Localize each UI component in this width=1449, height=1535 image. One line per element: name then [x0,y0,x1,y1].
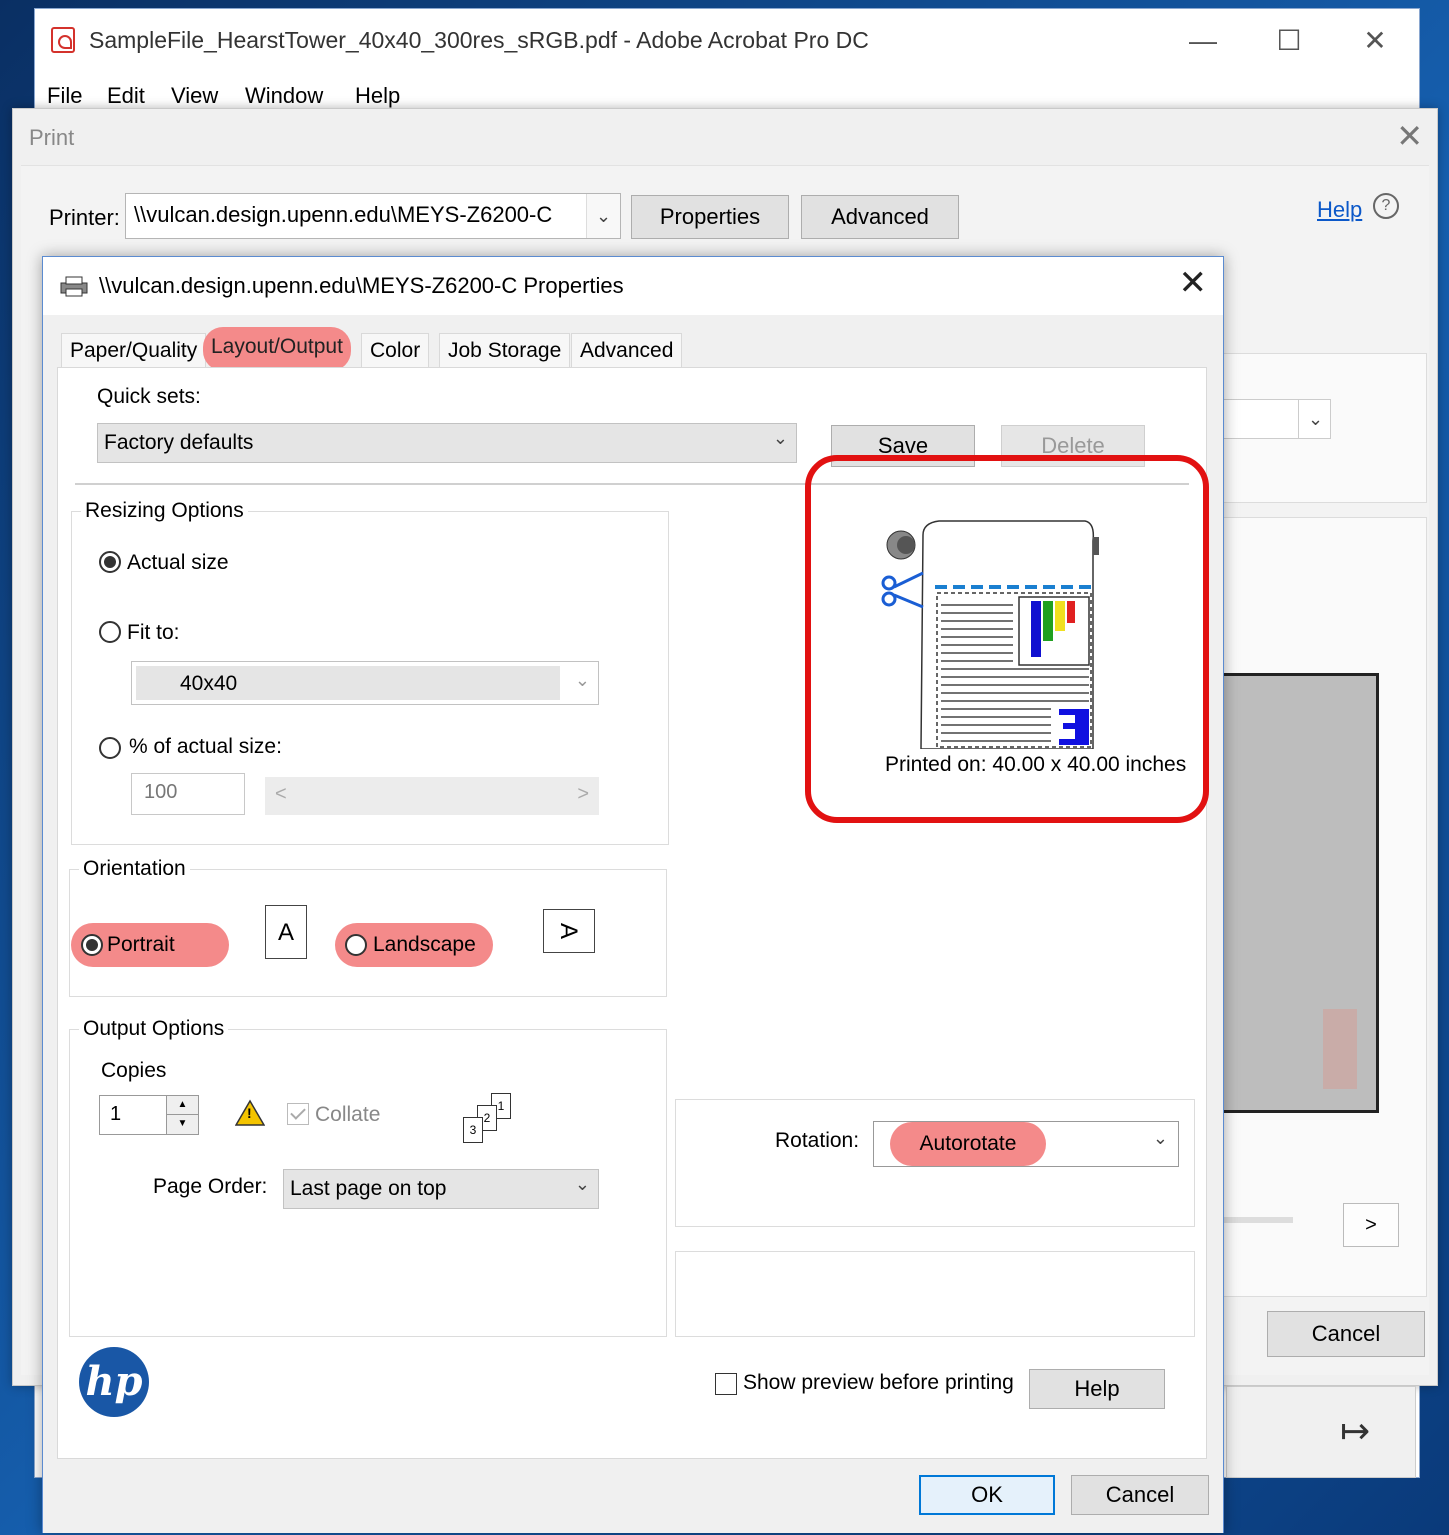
portrait-radio[interactable] [81,934,103,956]
landscape-radio[interactable] [345,934,367,956]
chevron-down-icon: ⌄ [1298,400,1332,438]
spinner-up-icon[interactable]: ▲ [166,1096,198,1115]
scroll-left-icon[interactable]: < [275,783,287,806]
percent-size-radio[interactable] [99,737,121,759]
print-cancel-button[interactable]: Cancel [1267,1311,1425,1357]
page-order-label: Page Order: [153,1175,268,1198]
chevron-down-icon: ⌄ [574,670,590,690]
acrobat-pdf-icon [51,27,75,53]
menu-view[interactable]: View [171,83,218,109]
actual-size-radio[interactable] [99,551,121,573]
warning-icon-glyph: ! [247,1105,252,1121]
actual-size-label: Actual size [127,551,229,574]
quick-sets-value: Factory defaults [104,431,254,454]
percent-size-slider[interactable]: < > [265,777,599,815]
portrait-option[interactable]: Portrait [71,923,229,967]
next-page-button[interactable]: > [1343,1203,1399,1247]
landscape-page-icon: A [543,909,595,953]
percent-size-input[interactable]: 100 [131,773,245,815]
printer-select[interactable]: \\vulcan.design.upenn.edu\MEYS-Z6200-C ⌄ [125,193,621,239]
acrobat-side-panel [1226,1386,1416,1478]
menu-file[interactable]: File [47,83,82,109]
copies-value: 1 [110,1103,122,1125]
tab-job-storage[interactable]: Job Storage [439,333,571,369]
percent-size-label: % of actual size: [129,735,282,758]
copies-label: Copies [101,1059,167,1082]
tab-layout-output[interactable]: Layout/Output [203,327,351,371]
maximize-icon[interactable]: ☐ [1259,21,1319,61]
fit-to-radio[interactable] [99,621,121,643]
hp-logo: hp [79,1347,149,1417]
rotation-value: Autorotate [890,1122,1046,1166]
help-circle-icon[interactable]: ? [1373,193,1399,219]
preview-highlight-frame [805,455,1209,823]
collate-checkbox[interactable] [287,1103,309,1125]
rotation-label: Rotation: [775,1129,860,1152]
chevron-down-icon: ⌄ [586,194,620,238]
props-cancel-button[interactable]: Cancel [1071,1475,1209,1515]
output-options-title: Output Options [79,1017,229,1041]
tab-advanced[interactable]: Advanced [571,333,683,369]
scroll-right-icon[interactable]: > [577,783,589,806]
advanced-button[interactable]: Advanced [801,195,959,239]
menu-window[interactable]: Window [245,83,323,109]
fit-to-select[interactable]: 40x40 ⌄ [131,661,599,705]
print-help-link[interactable]: Help [1317,197,1362,223]
resizing-options-title: Resizing Options [81,499,248,523]
close-icon[interactable]: ✕ [1345,21,1405,61]
share-arrow-icon[interactable]: ↦ [1340,1410,1370,1452]
quick-sets-select[interactable]: Factory defaults ⌄ [97,423,797,463]
portrait-label: Portrait [107,933,175,956]
blank-info-panel [675,1251,1195,1337]
fit-to-label: Fit to: [127,621,180,644]
orientation-title: Orientation [79,857,190,881]
tab-color[interactable]: Color [361,333,430,369]
print-options-select[interactable]: ⌄ [1223,399,1331,439]
chevron-down-icon: ⌄ [772,428,788,448]
collate-stack-icon: 1 2 3 [459,1093,519,1145]
acrobat-window-title: SampleFile_HearstTower_40x40_300res_sRGB… [89,27,869,53]
acrobat-title-bar: SampleFile_HearstTower_40x40_300res_sRGB… [35,9,1419,69]
properties-button[interactable]: Properties [631,195,789,239]
minimize-icon[interactable]: — [1173,21,1233,61]
menu-help[interactable]: Help [355,83,400,109]
print-close-icon[interactable]: ✕ [1396,117,1423,155]
rotation-select[interactable]: Autorotate ⌄ [873,1121,1179,1167]
collate-label: Collate [315,1103,381,1126]
printer-label: Printer: [49,205,120,230]
properties-close-icon[interactable]: ✕ [1179,263,1208,303]
stack-page-3: 3 [463,1117,483,1143]
landscape-option[interactable]: Landscape [335,923,493,967]
chevron-down-icon: ⌄ [1152,1128,1168,1148]
printer-select-value: \\vulcan.design.upenn.edu\MEYS-Z6200-C [134,202,553,227]
landscape-label: Landscape [373,933,476,956]
page-order-select[interactable]: Last page on top ⌄ [283,1169,599,1209]
preview-slider[interactable] [1213,1217,1293,1223]
show-preview-label: Show preview before printing [743,1371,1014,1394]
props-help-button[interactable]: Help [1029,1369,1165,1409]
ok-button[interactable]: OK [919,1475,1055,1515]
chevron-down-icon: ⌄ [574,1174,590,1194]
printer-icon [60,276,88,297]
portrait-page-icon: A [265,905,307,959]
menu-edit[interactable]: Edit [107,83,145,109]
preview-tower-image [1323,1009,1357,1089]
spinner-down-icon[interactable]: ▼ [166,1115,198,1134]
copies-spinner[interactable]: 1 ▲ ▼ [99,1095,199,1135]
fit-to-value: 40x40 [136,666,560,700]
page-order-value: Last page on top [290,1177,447,1200]
show-preview-checkbox[interactable] [715,1373,737,1395]
tab-paper-quality[interactable]: Paper/Quality [61,333,207,369]
quick-sets-label: Quick sets: [97,385,201,408]
print-dialog-title: Print [29,125,75,150]
printer-properties-dialog: \\vulcan.design.upenn.edu\MEYS-Z6200-C P… [42,256,1224,1533]
properties-dialog-title: \\vulcan.design.upenn.edu\MEYS-Z6200-C P… [99,273,624,298]
